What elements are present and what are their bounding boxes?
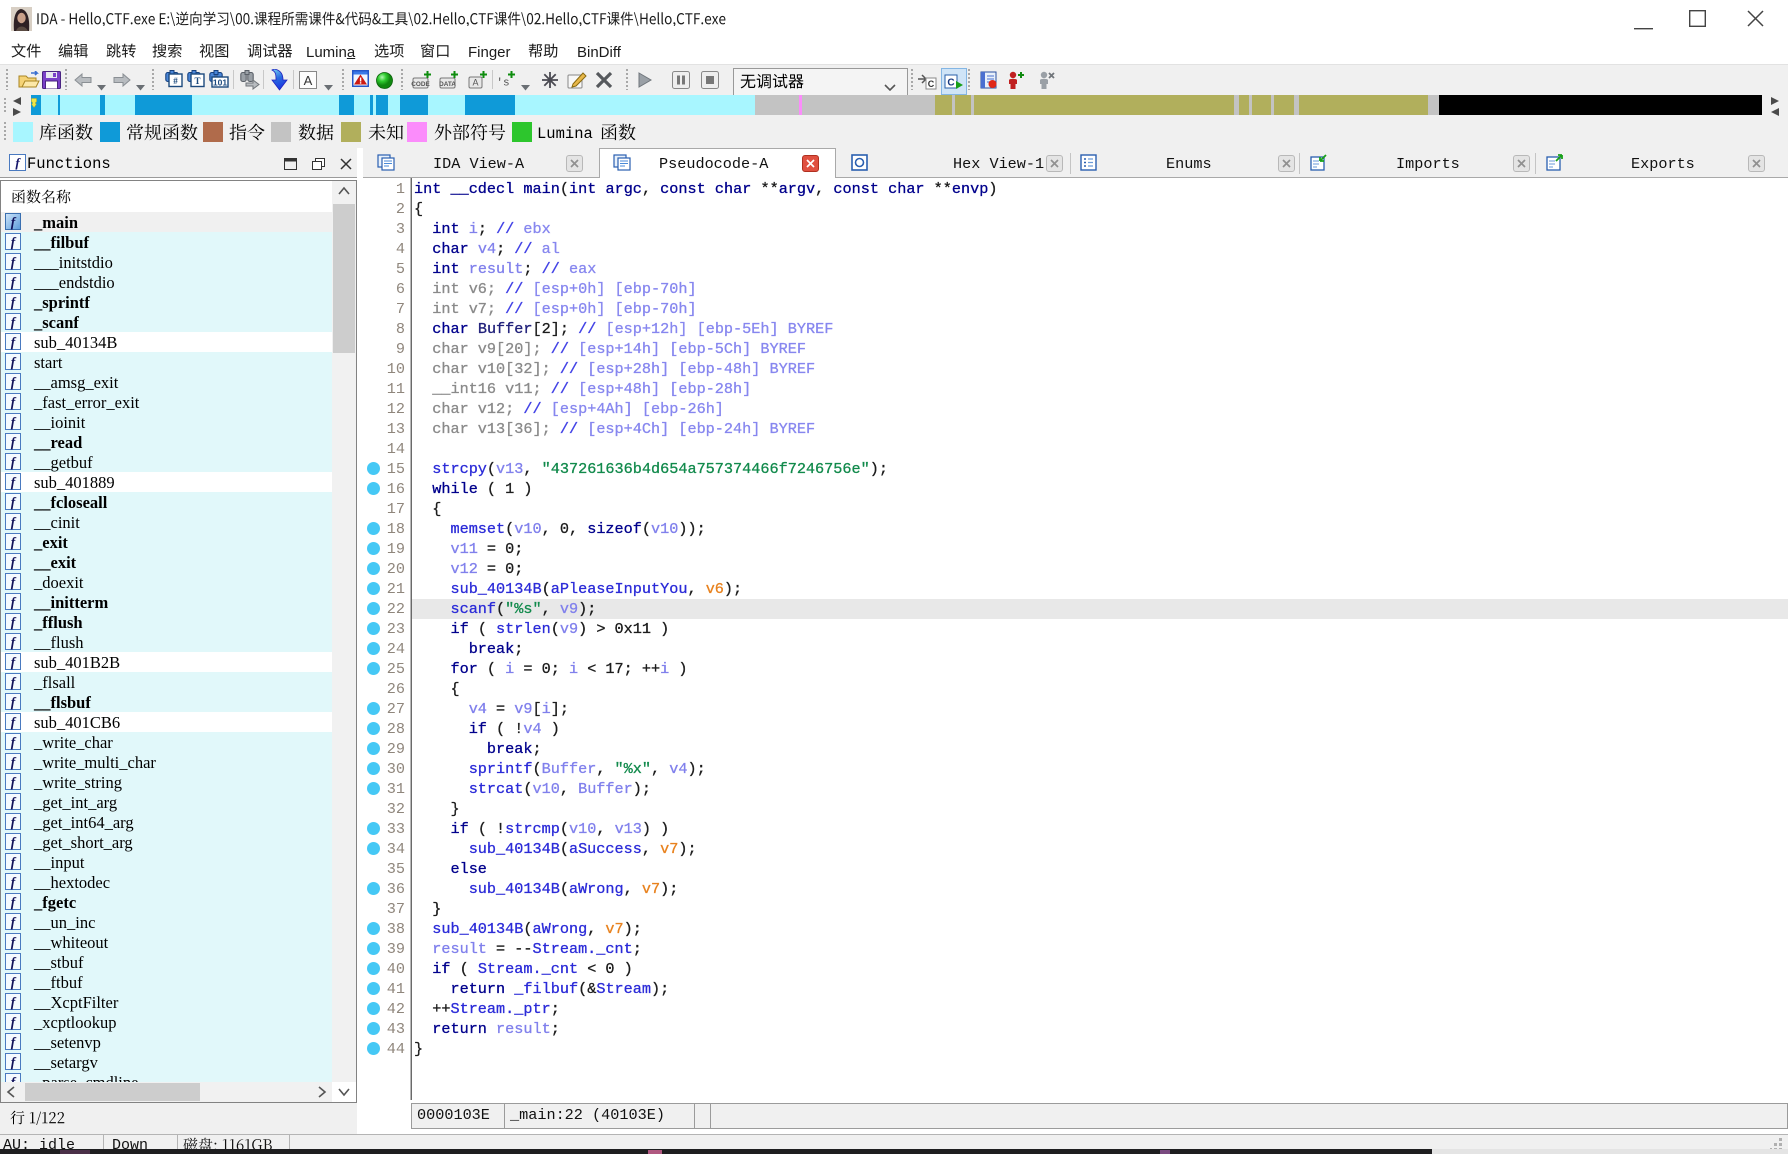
svg-text:A: A [304, 73, 313, 88]
svg-text:C: C [928, 79, 935, 89]
svg-text:C: C [947, 78, 954, 89]
svg-text:'s: 's [496, 78, 509, 90]
svg-text:CODE: CODE [411, 81, 430, 88]
svg-text:A: A [472, 78, 478, 88]
svg-text:DATA: DATA [439, 81, 456, 88]
svg-text:101: 101 [213, 78, 227, 88]
svg-text:T: T [194, 76, 200, 86]
svg-text:#: # [173, 76, 178, 86]
